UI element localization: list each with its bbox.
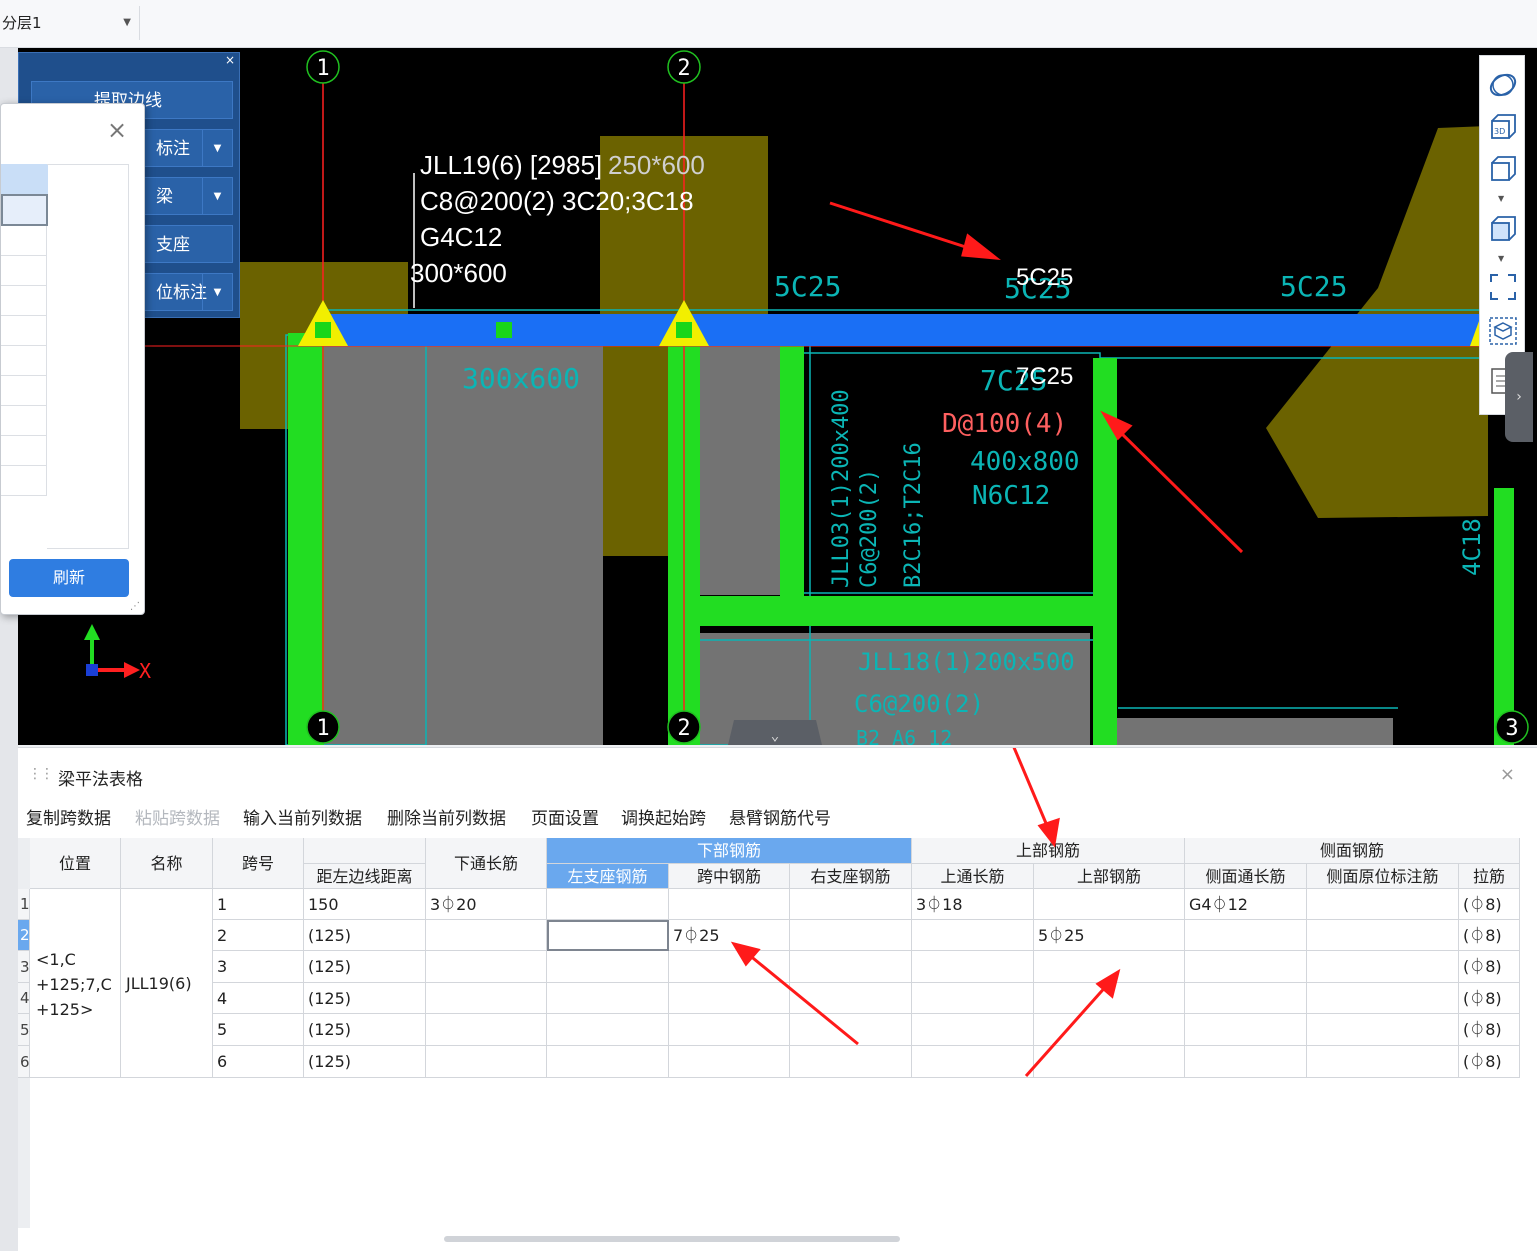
- list-box: [47, 164, 129, 549]
- button-label: 支座: [156, 235, 190, 255]
- gray-slab-2: [700, 345, 780, 595]
- list-item[interactable]: [1, 436, 47, 466]
- button-label: 位标注: [156, 283, 207, 303]
- axis-label: 2: [677, 56, 690, 81]
- list-item[interactable]: [1, 164, 48, 194]
- chevron-down-icon[interactable]: ▼: [202, 130, 232, 166]
- resize-grip-icon[interactable]: ⋰: [130, 601, 140, 612]
- app-window: 分层1 ▼ 1 2 1 2 3 JLL19(6) [2985] 250*600 …: [0, 0, 1537, 1251]
- dialog-close-button[interactable]: ×: [107, 116, 127, 144]
- cad-text: JLL03(1)200x400: [829, 389, 854, 588]
- grip-point[interactable]: [315, 322, 331, 338]
- view-3d-icon[interactable]: 3D: [1488, 112, 1518, 142]
- ucs-x-label: X: [139, 659, 151, 683]
- beam-annotation-line: C8@200(2) 3C20;3C18: [420, 186, 694, 216]
- cube-outline-icon[interactable]: [1488, 154, 1518, 184]
- cad-text: 7C25: [1016, 363, 1073, 390]
- svg-text:3D: 3D: [1494, 127, 1505, 136]
- cad-text: 5C25: [1280, 270, 1347, 303]
- list-item[interactable]: [1, 316, 47, 346]
- panel-close-button[interactable]: ×: [225, 53, 235, 67]
- top-toolbar: 分层1 ▼: [0, 0, 1537, 48]
- beam-table-panel: ⋮⋮ 梁平法表格 × 复制跨数据 粘贴跨数据 输入当前列数据 删除当前列数据 页…: [18, 747, 1537, 1251]
- cad-text-stirrup: D@100(4): [942, 409, 1067, 439]
- list-item[interactable]: [1, 346, 47, 376]
- grip-point[interactable]: [676, 322, 692, 338]
- axis-label: 1: [316, 56, 329, 81]
- cad-text: 5C25: [1016, 264, 1073, 291]
- orbit-icon[interactable]: [1488, 70, 1518, 100]
- gray-slab-1: [323, 345, 603, 745]
- grip-point[interactable]: [496, 322, 512, 338]
- cad-text: C6@200(2): [857, 469, 882, 588]
- list-item[interactable]: [1, 226, 47, 256]
- refresh-button[interactable]: 刷新: [9, 559, 129, 597]
- chevron-down-icon[interactable]: ▼: [1498, 254, 1504, 263]
- cad-text: 300x600: [462, 362, 580, 395]
- list-item[interactable]: [1, 466, 47, 496]
- chevron-down-icon: ▼: [123, 17, 131, 28]
- list-item[interactable]: [1, 376, 47, 406]
- list-item[interactable]: [1, 256, 47, 286]
- cad-text: B2C16;T2C16: [901, 442, 926, 588]
- cad-text: C6@200(2): [854, 690, 984, 718]
- axis-label: 3: [1505, 716, 1518, 741]
- chevron-down-icon[interactable]: ▼: [202, 178, 232, 214]
- cad-text: 400x800: [970, 447, 1080, 477]
- list-item[interactable]: [1, 286, 47, 316]
- gray-slab-4: [1116, 718, 1393, 745]
- ucs-icon: X: [84, 624, 151, 683]
- axis-label: 1: [316, 716, 329, 741]
- cad-canvas[interactable]: 1 2 1 2 3 JLL19(6) [2985] 250*600 C8@200…: [18, 48, 1537, 745]
- cad-text: JLL18(1)200x500: [858, 648, 1075, 676]
- cad-text: B2 A6 12: [856, 726, 952, 745]
- chevron-right-icon: ›: [1516, 389, 1522, 405]
- cad-text: 5C25: [774, 270, 841, 303]
- button-label: 梁: [156, 187, 173, 207]
- list-item[interactable]: [1, 406, 47, 436]
- cad-text: 4C18: [1458, 518, 1486, 576]
- layer-select-value: 分层1: [2, 14, 42, 32]
- list-item[interactable]: [1, 194, 48, 226]
- cad-drawing: 1 2 1 2 3 JLL19(6) [2985] 250*600 C8@200…: [84, 50, 1529, 745]
- cad-text: N6C12: [972, 481, 1050, 511]
- svg-text:⌄: ⌄: [771, 728, 779, 744]
- chevron-down-icon[interactable]: ▼: [1498, 194, 1504, 203]
- box-select-icon[interactable]: [1488, 316, 1518, 346]
- floating-dialog: × 刷新 ⋰: [0, 103, 145, 615]
- table-arrows: [730, 748, 1121, 1077]
- layer-select[interactable]: 分层1 ▼: [0, 6, 140, 40]
- chevron-down-icon[interactable]: ▼: [202, 274, 232, 310]
- cube-solid-icon[interactable]: [1488, 214, 1518, 244]
- side-panel-toggle[interactable]: ›: [1505, 352, 1533, 442]
- beam-annotation-line: 250*600: [608, 150, 705, 180]
- beam-annotation-line: JLL19(6) [2985]: [420, 150, 602, 180]
- beam-annotation-line: G4C12: [420, 222, 502, 252]
- beam-annotation-line: 300*600: [410, 258, 507, 288]
- button-label: 标注: [156, 139, 190, 159]
- fit-view-icon[interactable]: [1488, 272, 1518, 302]
- axis-label: 2: [677, 716, 690, 741]
